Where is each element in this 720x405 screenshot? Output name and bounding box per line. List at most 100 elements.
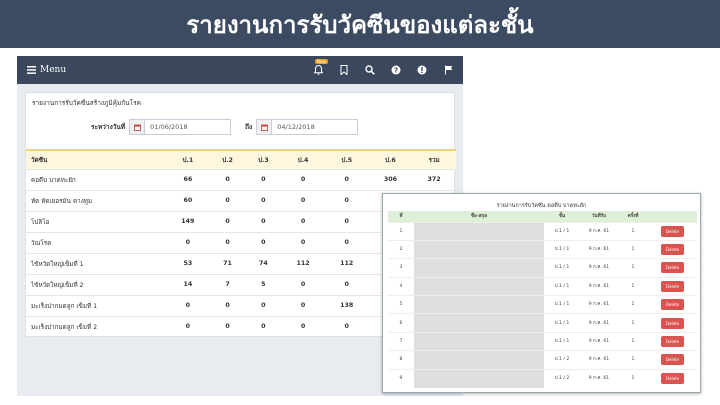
- count-cell: 0: [324, 273, 369, 295]
- menu-label: Menu: [40, 65, 67, 75]
- new-badge: New: [315, 59, 328, 64]
- student-name-cell: [414, 258, 544, 278]
- count-cell: 0: [324, 168, 369, 190]
- detail-table: ที่ ชื่อ-สกุล ชั้น วันที่รับ ครั้งที่ 1 ป…: [388, 211, 697, 388]
- count-cell: 0: [324, 189, 369, 211]
- student-name-cell: [414, 221, 544, 241]
- count-cell: 0: [209, 315, 246, 337]
- column-header: ป.3: [245, 149, 282, 169]
- svg-text:?: ?: [394, 67, 398, 75]
- student-name-cell: [414, 239, 544, 259]
- navbar: Menu New ?: [17, 56, 463, 84]
- count-cell: 0: [324, 231, 369, 253]
- date-cell: 9 ก.ค. 61: [580, 368, 618, 388]
- vaccine-name-cell: หัด หัดเยอรมัน คางทูม: [26, 189, 166, 211]
- delete-button[interactable]: Delete: [660, 225, 685, 237]
- menu-button[interactable]: Menu: [27, 65, 66, 75]
- date-cell: 9 ก.ค. 61: [580, 331, 618, 351]
- delete-button[interactable]: Delete: [660, 354, 685, 366]
- count-cell: 0: [166, 231, 210, 253]
- action-cell: Delete: [648, 258, 697, 278]
- delete-button[interactable]: Delete: [660, 317, 685, 329]
- count-cell: 0: [166, 315, 210, 337]
- count-cell: 0: [245, 315, 282, 337]
- vaccine-name-cell: มะเร็งปากมดลูก เข็มที่ 2: [26, 315, 166, 337]
- count-cell: 0: [324, 210, 369, 232]
- delete-button[interactable]: Delete: [660, 373, 685, 385]
- bell-icon[interactable]: New: [313, 59, 328, 75]
- count-cell: 74: [245, 252, 282, 274]
- delete-button[interactable]: Delete: [660, 262, 685, 274]
- class-cell: ป.1 / 1: [544, 313, 580, 333]
- count-cell: 0: [281, 210, 325, 232]
- row-number-cell: 6: [388, 313, 414, 333]
- student-name-cell: [414, 276, 544, 296]
- row-number-cell: 7: [388, 331, 414, 351]
- info-icon[interactable]: [417, 65, 427, 75]
- row-number-cell: 9: [388, 368, 414, 388]
- class-cell: ป.1 / 2: [544, 350, 580, 370]
- detail-row: 1 ป.1 / 19 ก.ค. 61 1 Delete: [388, 221, 697, 241]
- flag-icon[interactable]: [443, 65, 453, 75]
- count-cell: 138: [324, 294, 369, 316]
- help-icon[interactable]: ?: [391, 65, 401, 75]
- count-cell: 14: [166, 273, 210, 295]
- count-cell: 112: [324, 252, 369, 274]
- dose-cell: 1: [618, 239, 648, 259]
- detail-header-row: ที่ ชื่อ-สกุล ชั้น วันที่รับ ครั้งที่: [388, 211, 697, 222]
- column-header: ป.5: [324, 149, 369, 169]
- date-cell: 9 ก.ค. 61: [580, 239, 618, 259]
- vaccine-name-cell: ไข้หวัดใหญ่เข็มที่ 1: [26, 252, 166, 274]
- table-row: คอตีบ บาดทะยัก 66 0 0 0 0 306 372: [26, 168, 456, 190]
- detail-row: 7 ป.1 / 19 ก.ค. 61 1 Delete: [388, 331, 697, 351]
- action-cell: Delete: [648, 276, 697, 296]
- student-name-cell: [414, 368, 544, 388]
- dose-cell: 1: [618, 258, 648, 278]
- panel-title: รายงานการรับวัคซีนสร้างภูมิคุ้มกันโรค: [32, 99, 141, 107]
- from-date-input[interactable]: 01/06/2018: [129, 119, 232, 135]
- count-cell: 0: [281, 231, 325, 253]
- vaccine-name-cell: มะเร็งปากมดลูก เข็มที่ 1: [26, 294, 166, 316]
- dose-cell: 1: [618, 295, 648, 314]
- class-cell: ป.1 / 2: [544, 368, 580, 388]
- count-cell: 0: [209, 210, 246, 232]
- dose-cell: 1: [618, 221, 648, 241]
- delete-button[interactable]: Delete: [660, 244, 685, 256]
- detail-row: 9 ป.1 / 29 ก.ค. 61 1 Delete: [388, 368, 697, 388]
- column-header: ชื่อ-สกุล: [414, 211, 544, 222]
- count-cell: 112: [281, 252, 325, 274]
- detail-row: 6 ป.1 / 19 ก.ค. 61 1 Delete: [388, 313, 697, 333]
- column-header: รวม: [412, 149, 456, 169]
- count-cell: 0: [209, 189, 246, 211]
- date-cell: 9 ก.ค. 61: [580, 313, 618, 333]
- column-header: [648, 211, 697, 222]
- count-cell: 60: [166, 189, 210, 211]
- delete-button[interactable]: Delete: [660, 336, 685, 348]
- action-cell: Delete: [648, 331, 697, 351]
- bookmark-icon[interactable]: [339, 65, 349, 75]
- count-cell: 0: [166, 294, 210, 316]
- date-cell: 9 ก.ค. 61: [580, 295, 618, 314]
- to-date-input[interactable]: 04/12/2018: [256, 119, 359, 135]
- nav-icons: New ?: [313, 59, 453, 75]
- student-name-cell: [414, 350, 544, 370]
- column-header: ป.2: [209, 149, 246, 169]
- row-number-cell: 5: [388, 295, 414, 314]
- delete-button[interactable]: Delete: [660, 280, 685, 292]
- student-name-cell: [414, 313, 544, 333]
- from-date-value: 01/06/2018: [150, 123, 188, 131]
- detail-row: 2 ป.1 / 19 ก.ค. 61 1 Delete: [388, 239, 697, 259]
- search-icon[interactable]: [365, 65, 375, 75]
- column-header: ชั้น: [544, 211, 580, 222]
- class-cell: ป.1 / 1: [544, 331, 580, 351]
- action-cell: Delete: [648, 313, 697, 333]
- class-cell: ป.1 / 1: [544, 258, 580, 278]
- hamburger-icon: [27, 66, 36, 74]
- delete-button[interactable]: Delete: [660, 299, 685, 311]
- count-cell: 0: [281, 273, 325, 295]
- count-cell: 0: [245, 210, 282, 232]
- count-cell: 306: [368, 168, 413, 190]
- count-cell: 66: [166, 168, 210, 190]
- column-header: ที่: [388, 211, 414, 222]
- count-cell: 0: [209, 294, 246, 316]
